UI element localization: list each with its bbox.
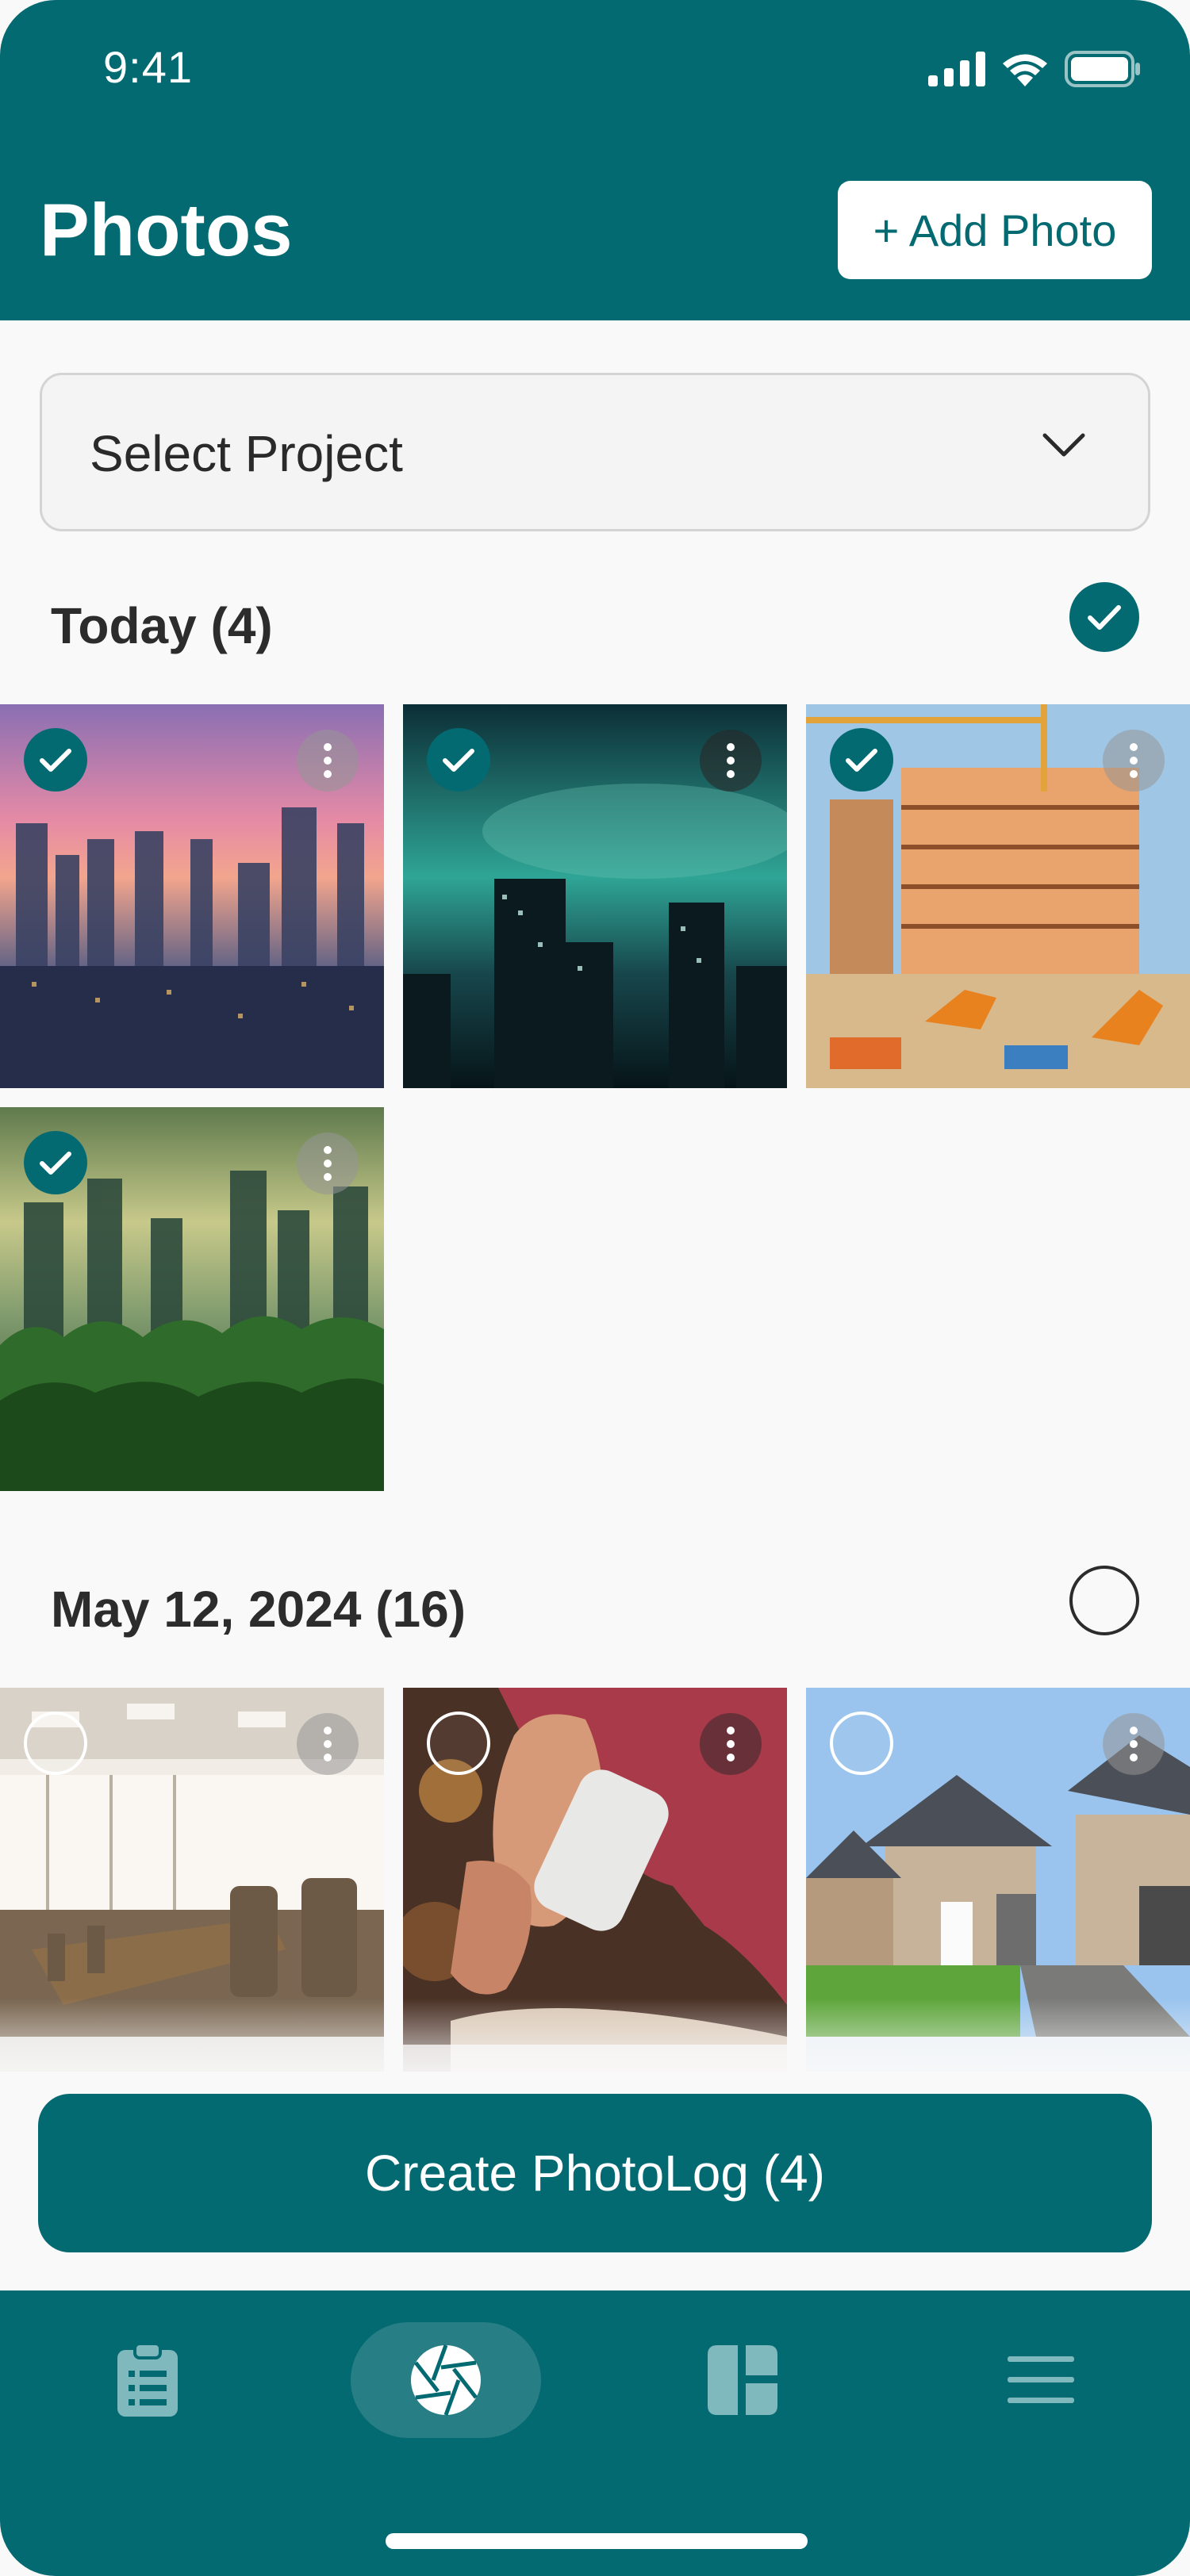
tab-bar bbox=[0, 2290, 1190, 2576]
project-select[interactable]: Select Project bbox=[40, 373, 1150, 531]
create-photolog-button[interactable]: Create PhotoLog (4) bbox=[38, 2094, 1152, 2252]
header: 9:41 Photos + Add Photo bbox=[0, 0, 1190, 320]
more-options-icon[interactable] bbox=[1103, 1713, 1165, 1775]
page-title: Photos bbox=[40, 188, 293, 271]
scroll-fade bbox=[0, 1999, 1190, 2094]
photo-select-checkbox[interactable] bbox=[830, 1712, 893, 1775]
tab-menu[interactable] bbox=[946, 2322, 1136, 2438]
photo-tile[interactable] bbox=[403, 704, 787, 1088]
add-photo-button[interactable]: + Add Photo bbox=[838, 181, 1152, 279]
photo-select-checkbox[interactable] bbox=[24, 728, 87, 792]
tab-photos[interactable] bbox=[351, 2322, 541, 2438]
wifi-icon bbox=[1003, 54, 1047, 86]
check-icon bbox=[443, 749, 474, 772]
status-time: 9:41 bbox=[103, 42, 193, 92]
more-options-icon[interactable] bbox=[297, 1713, 359, 1775]
app-screen: 9:41 Photos + Add Photo Select Project T… bbox=[0, 0, 1190, 2576]
section-title: Today (4) bbox=[51, 597, 273, 654]
check-icon bbox=[40, 749, 71, 772]
photo-select-checkbox[interactable] bbox=[427, 1712, 490, 1775]
photo-select-checkbox[interactable] bbox=[24, 1131, 87, 1194]
more-options-icon[interactable] bbox=[700, 730, 762, 792]
battery-icon bbox=[1065, 51, 1140, 87]
check-icon bbox=[1088, 605, 1121, 630]
tab-reports[interactable] bbox=[52, 2322, 243, 2438]
select-all-today-checkbox[interactable] bbox=[1069, 582, 1139, 652]
clipboard-icon bbox=[117, 2342, 178, 2417]
home-indicator bbox=[386, 2533, 808, 2549]
more-options-icon[interactable] bbox=[297, 1133, 359, 1194]
menu-icon bbox=[1008, 2356, 1074, 2403]
section-header-today: Today (4) bbox=[0, 582, 1190, 661]
more-options-icon[interactable] bbox=[297, 730, 359, 792]
photo-tile[interactable] bbox=[0, 1107, 384, 1491]
more-options-icon[interactable] bbox=[1103, 730, 1165, 792]
chevron-down-icon bbox=[1042, 433, 1085, 457]
photo-select-checkbox[interactable] bbox=[830, 728, 893, 792]
signal-icon bbox=[928, 52, 985, 86]
section-header-may-12: May 12, 2024 (16) bbox=[0, 1566, 1190, 1645]
dashboard-icon bbox=[708, 2345, 777, 2415]
section-title: May 12, 2024 (16) bbox=[51, 1581, 466, 1638]
photo-select-checkbox[interactable] bbox=[24, 1712, 87, 1775]
photo-select-checkbox[interactable] bbox=[427, 728, 490, 792]
project-select-label: Select Project bbox=[90, 425, 403, 482]
select-all-may-12-checkbox[interactable] bbox=[1069, 1566, 1139, 1635]
more-options-icon[interactable] bbox=[700, 1713, 762, 1775]
check-icon bbox=[40, 1152, 71, 1175]
photo-tile[interactable] bbox=[0, 704, 384, 1088]
check-icon bbox=[846, 749, 877, 772]
photo-tile[interactable] bbox=[806, 704, 1190, 1088]
camera-aperture-icon bbox=[411, 2344, 481, 2416]
status-icons bbox=[928, 51, 1141, 87]
tab-dashboard[interactable] bbox=[647, 2322, 838, 2438]
